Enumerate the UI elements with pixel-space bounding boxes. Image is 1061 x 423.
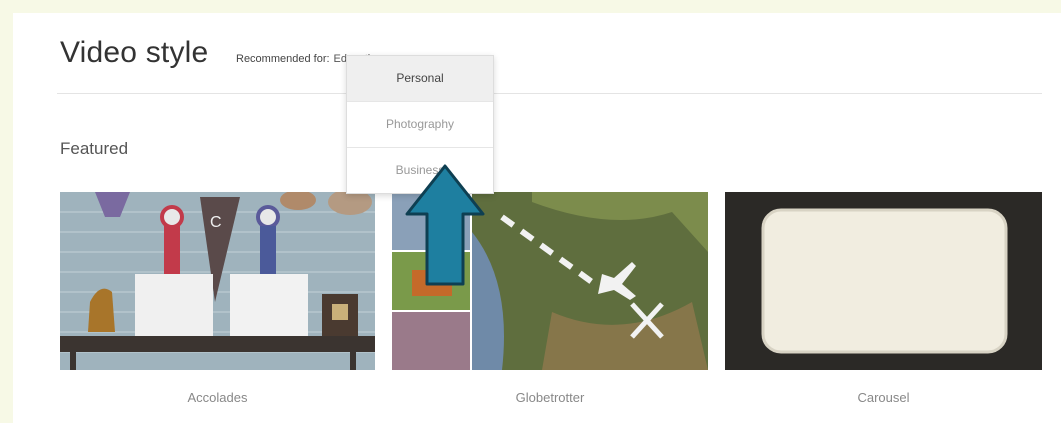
carousel-thumbnail bbox=[725, 192, 1042, 370]
dropdown-option-photography[interactable]: Photography bbox=[347, 102, 493, 148]
recommended-label: Recommended for: bbox=[236, 53, 330, 65]
featured-heading: Featured bbox=[60, 139, 129, 158]
header-divider bbox=[57, 93, 1042, 94]
accolades-thumbnail: C bbox=[60, 192, 375, 370]
svg-text:C: C bbox=[210, 214, 222, 231]
style-label-carousel: Carousel bbox=[857, 390, 910, 405]
page-title: Video style bbox=[60, 36, 209, 69]
style-label-accolades: Accolades bbox=[187, 390, 248, 405]
style-card-accolades[interactable]: C bbox=[60, 192, 375, 370]
style-label-globetrotter: Globetrotter bbox=[515, 390, 585, 405]
arrow-up-icon bbox=[405, 164, 485, 286]
style-card-carousel[interactable] bbox=[725, 192, 1042, 370]
dropdown-option-personal[interactable]: Personal bbox=[347, 56, 493, 102]
